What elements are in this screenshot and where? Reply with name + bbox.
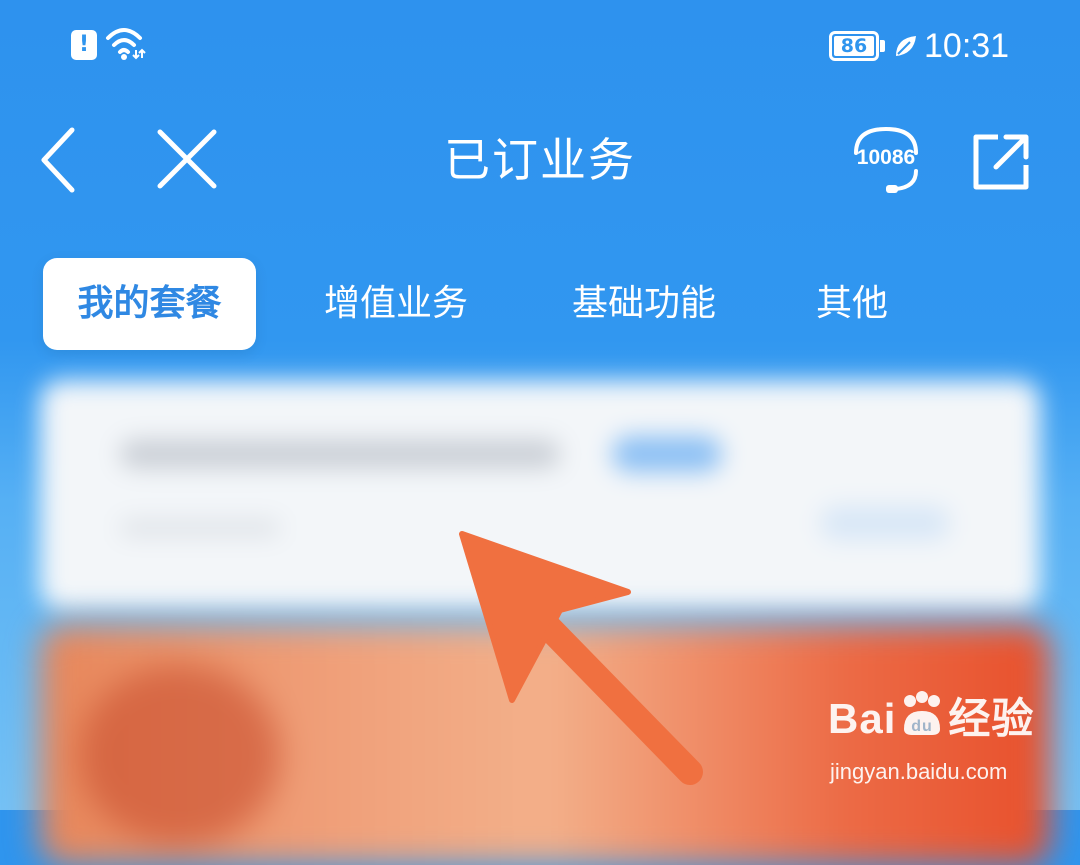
plan-card-blurred[interactable] xyxy=(40,380,1040,610)
close-icon[interactable] xyxy=(148,120,228,200)
battery-icon: 86 xyxy=(829,31,879,61)
battery-level: 86 xyxy=(840,35,868,57)
svg-text:du: du xyxy=(912,718,934,735)
blurred-plan-badge xyxy=(612,436,722,472)
service-hotline-number: 10086 xyxy=(856,146,916,169)
customer-service-button[interactable]: 10086 xyxy=(846,125,926,197)
tab-other[interactable]: 其他 xyxy=(792,258,912,350)
notification-alert-icon: ! xyxy=(71,30,97,60)
tab-my-plan[interactable]: 我的套餐 xyxy=(43,258,256,350)
paw-icon: du xyxy=(904,691,941,735)
watermark-logo: Bai du 经验 xyxy=(828,685,1034,746)
back-arrow-icon[interactable] xyxy=(30,120,90,200)
status-time: 10:31 xyxy=(924,27,1010,65)
blurred-plan-detail xyxy=(120,520,280,536)
wifi-icon xyxy=(106,28,146,60)
baidu-jingyan-watermark: Bai du 经验 jingyan.baidu.com xyxy=(822,685,1072,805)
page-title: 已订业务 xyxy=(444,133,636,187)
power-saving-leaf-icon xyxy=(896,36,916,56)
watermark-url: jingyan.baidu.com xyxy=(830,759,1008,784)
blurred-plan-action xyxy=(820,506,950,540)
share-external-icon[interactable] xyxy=(968,129,1034,195)
blurred-banner-image xyxy=(80,665,280,845)
blurred-plan-name xyxy=(120,440,560,468)
tab-value-added-services[interactable]: 增值业务 xyxy=(296,258,496,350)
tab-basic-functions[interactable]: 基础功能 xyxy=(544,258,744,350)
battery-cap xyxy=(880,40,885,52)
top-navigation-bar: 已订业务 10086 xyxy=(0,95,1080,225)
status-bar: ! 86 10:31 xyxy=(0,0,1080,90)
category-tabs: 我的套餐 增值业务 基础功能 其他 xyxy=(0,258,1080,352)
